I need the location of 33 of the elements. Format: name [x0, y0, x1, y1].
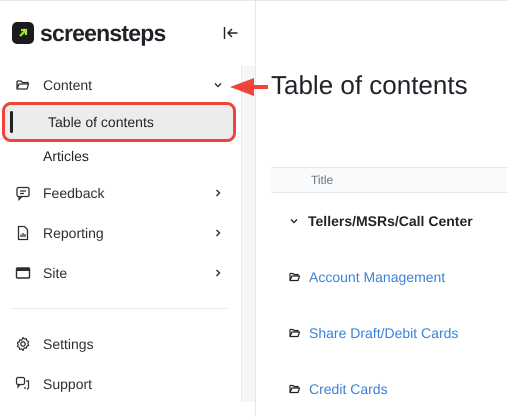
brand-name: screensteps: [40, 22, 166, 44]
nav-subitem[interactable]: Table of contents: [5, 105, 233, 139]
nav-subitem-label: Table of contents: [48, 112, 154, 132]
nav-item[interactable]: Site: [0, 253, 238, 293]
folder-icon: [289, 384, 300, 394]
chevron-down-icon: [213, 80, 223, 90]
nav-item[interactable]: Feedback: [0, 173, 238, 213]
logo-icon: [12, 22, 34, 44]
help-chat-icon: [15, 376, 31, 392]
browser-window-icon: [15, 265, 31, 281]
nav-item[interactable]: Reporting: [0, 213, 238, 253]
nav-item[interactable]: Support: [0, 364, 238, 404]
folder-icon: [289, 272, 300, 282]
nav-item[interactable]: Settings: [0, 324, 238, 364]
nav-item[interactable]: Content: [0, 65, 238, 105]
active-indicator: [10, 111, 13, 133]
chevron-right-icon: [213, 228, 223, 238]
nav-subitem-label: Articles: [43, 146, 89, 166]
chevron-down-icon: [289, 216, 299, 226]
section-title[interactable]: Tellers/MSRs/Call Center: [308, 210, 473, 232]
chevron-right-icon: [213, 268, 223, 278]
folder-link[interactable]: Share Draft/Debit Cards: [309, 322, 458, 344]
collapse-icon: [223, 26, 239, 40]
report-icon: [15, 225, 31, 241]
folder-icon: [289, 328, 300, 338]
chat-icon: [15, 185, 31, 201]
column-header: Title: [311, 172, 334, 189]
folder-link[interactable]: Credit Cards: [309, 378, 388, 400]
page-title: Table of contents: [271, 69, 469, 102]
nav-subitem[interactable]: Articles: [0, 139, 238, 173]
chevron-right-icon: [213, 188, 223, 198]
folder-link[interactable]: Account Management: [309, 266, 446, 288]
settings-icon: [15, 336, 31, 352]
